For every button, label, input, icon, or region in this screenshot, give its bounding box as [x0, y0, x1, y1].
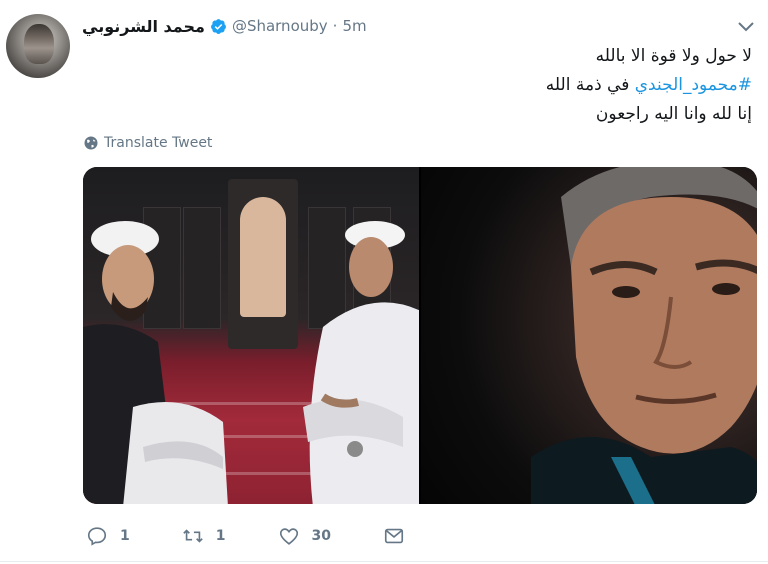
tweet-media[interactable]: [83, 167, 757, 504]
seated-man-right: [303, 221, 419, 504]
like-count: 30: [311, 528, 331, 544]
tweet-actions: 1 1 30: [86, 524, 441, 548]
media-photo-left[interactable]: [83, 167, 419, 504]
like-button[interactable]: 30: [278, 525, 331, 547]
retweet-icon: [182, 529, 203, 543]
direct-message-icon: [384, 528, 404, 544]
direct-message-button[interactable]: [383, 525, 405, 547]
reply-count: 1: [120, 528, 130, 544]
separator-dot: ·: [332, 17, 338, 35]
verified-badge-icon: [210, 18, 226, 34]
tweet-line-2: #محمود_الجندي في ذمة الله: [545, 75, 752, 95]
avatar[interactable]: [6, 14, 70, 78]
tweet-timestamp[interactable]: 5m: [342, 17, 366, 35]
tweet-line-3: إنا لله وانا اليه راجعون: [595, 104, 752, 124]
reply-icon: [87, 527, 107, 546]
mihrab-arch: [240, 197, 286, 317]
tweet-line-1: لا حول ولا قوة الا بالله: [595, 46, 752, 66]
tweet-header: محمد الشرنوبي @Sharnouby · 5m: [82, 14, 367, 38]
globe-icon: [84, 136, 98, 150]
translate-label: Translate Tweet: [104, 135, 213, 151]
author-name[interactable]: محمد الشرنوبي: [82, 17, 205, 36]
avatar-face: [24, 24, 54, 64]
retweet-button[interactable]: 1: [182, 525, 226, 547]
divider: [0, 561, 768, 562]
reply-button[interactable]: 1: [86, 525, 130, 547]
hashtag-link[interactable]: #محمود_الجندي: [635, 75, 752, 95]
translate-tweet-button[interactable]: Translate Tweet: [84, 134, 212, 152]
chevron-down-icon[interactable]: [736, 20, 756, 34]
portrait-face: [531, 167, 757, 504]
tweet-text: لا حول ولا قوة الا بالله #محمود_الجندي ف…: [152, 42, 752, 129]
media-photo-right[interactable]: [421, 167, 757, 504]
retweet-count: 1: [215, 528, 226, 544]
author-handle[interactable]: @Sharnouby: [232, 17, 328, 35]
seated-man-left: [83, 221, 228, 504]
heart-icon: [279, 528, 298, 545]
